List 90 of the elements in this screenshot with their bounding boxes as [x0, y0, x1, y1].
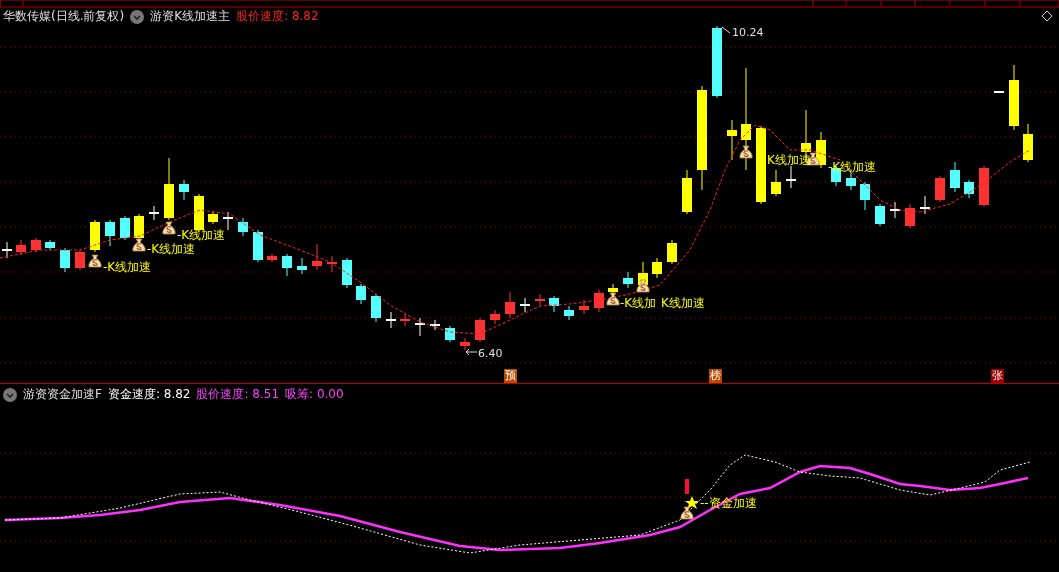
low-arrow-icon — [465, 348, 478, 356]
candlestick — [342, 257, 352, 289]
candlestick — [120, 215, 130, 241]
candlestick — [312, 243, 322, 271]
candlestick — [727, 119, 737, 161]
candlestick — [371, 293, 381, 323]
candlestick — [475, 317, 485, 343]
money-bag-icon — [606, 292, 620, 306]
candlestick — [282, 253, 292, 277]
candlestick — [238, 217, 248, 237]
signal-label: K线加速 — [661, 295, 705, 312]
money-bag-icon — [162, 221, 176, 235]
candlestick — [60, 247, 70, 273]
indicator-name: 游资K线加速主 — [150, 8, 231, 25]
candlestick — [105, 219, 115, 247]
candlestick — [1023, 123, 1033, 163]
indicator-readout: 股价速度: 8.51 — [196, 386, 280, 403]
signal-bar — [685, 479, 689, 494]
candlestick — [652, 257, 662, 279]
candlestick — [994, 90, 1004, 94]
candlestick — [520, 297, 530, 313]
candlestick — [786, 165, 796, 189]
candlestick — [535, 293, 545, 307]
candlestick — [490, 309, 500, 325]
money-bag-icon — [739, 145, 753, 159]
candlestick — [667, 239, 677, 265]
candlestick — [920, 195, 930, 215]
indicator-readout: 吸筹: 0.00 — [285, 386, 344, 403]
candlestick — [400, 313, 410, 327]
money-bag-icon — [132, 238, 146, 252]
candlestick — [31, 237, 41, 253]
candlestick — [594, 289, 604, 313]
candlestick — [460, 337, 470, 351]
candlestick — [979, 165, 989, 208]
chevron-icon[interactable] — [130, 9, 145, 24]
candlestick — [16, 239, 26, 256]
indicator-name: 游资资金加速F — [23, 386, 102, 403]
candlestick — [623, 271, 633, 289]
signal-label: -K线加速 — [103, 259, 152, 276]
candlestick — [905, 203, 915, 229]
candlestick — [327, 255, 337, 273]
candlestick — [356, 283, 366, 305]
event-marker: 榜 — [709, 369, 722, 383]
candlestick — [267, 253, 277, 263]
high-price-label: 10.24 — [732, 26, 764, 39]
star-icon — [685, 496, 699, 509]
signal-label: -K线加速 — [177, 227, 226, 243]
candlestick — [253, 229, 263, 263]
chevron-icon[interactable] — [3, 387, 17, 402]
money-bag-icon — [88, 254, 102, 268]
candlestick — [164, 157, 174, 221]
money-bag-icon — [680, 506, 694, 520]
candlestick — [179, 179, 189, 201]
candlestick — [964, 179, 974, 199]
diamond-icon — [1041, 10, 1053, 22]
money-bag-icon — [636, 279, 650, 293]
indicator-readout: 股价速度: 8.82 — [236, 8, 319, 25]
candlestick — [846, 171, 856, 191]
candlestick — [45, 239, 55, 251]
candlestick — [505, 291, 515, 319]
event-marker: 张 — [991, 369, 1004, 383]
candlestick — [875, 203, 885, 227]
candlestick — [771, 169, 781, 197]
candlestick — [149, 205, 159, 221]
candlestick — [950, 161, 960, 193]
candlestick — [2, 241, 12, 259]
candlestick — [223, 211, 233, 231]
candlestick — [682, 169, 692, 215]
signal-label: -K线加速 — [147, 241, 196, 258]
indicator-readout: 资金速度: 8.82 — [107, 386, 191, 403]
candlestick — [935, 175, 945, 203]
candlestick — [860, 181, 870, 211]
signal-label: -K线加 — [620, 295, 657, 312]
low-price-label: 6.40 — [478, 347, 503, 360]
signal-label: K线加速 — [767, 152, 811, 169]
candlestick — [1009, 64, 1019, 131]
candlestick — [445, 325, 455, 343]
candlestick — [579, 299, 589, 315]
candlestick — [415, 317, 425, 337]
candlestick — [549, 295, 559, 313]
candlestick — [564, 305, 574, 321]
candlestick — [386, 311, 396, 329]
candlestick — [297, 257, 307, 275]
candlestick — [430, 319, 440, 331]
stock-title: 华数传媒(日线.前复权) — [3, 8, 125, 25]
candlestick — [890, 201, 900, 219]
candlestick — [75, 249, 85, 271]
candlestick — [90, 219, 100, 253]
candlestick — [208, 211, 218, 225]
event-marker: 预 — [504, 369, 517, 383]
